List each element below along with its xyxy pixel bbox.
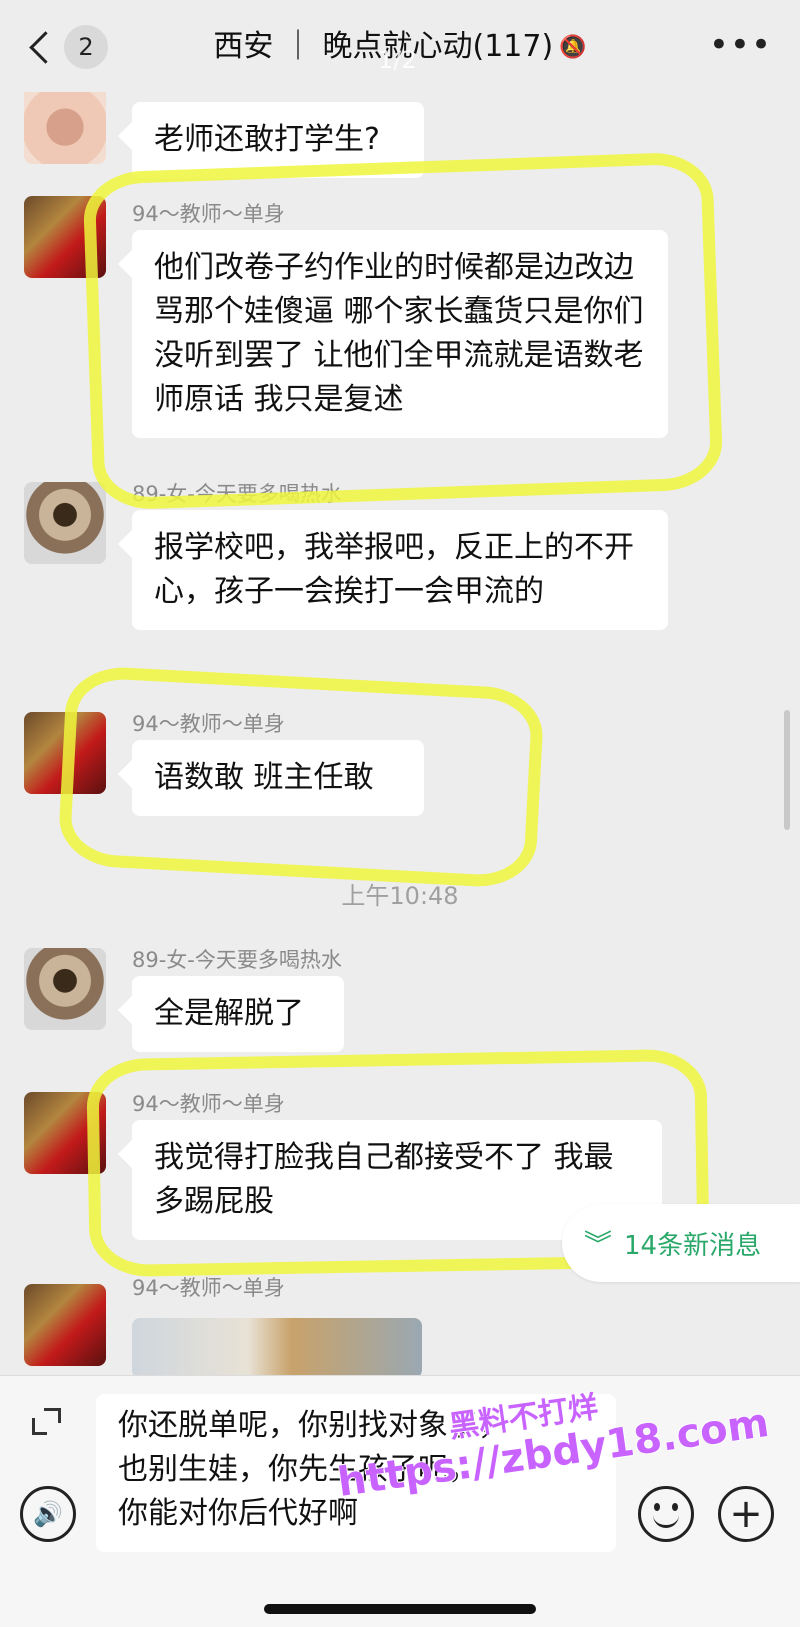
- chevron-left-icon: [24, 27, 54, 67]
- more-options-button[interactable]: •••: [709, 28, 772, 62]
- input-bar: 🔊 你还脱单呢，你别找对象了， 也别生娃，你先生孩子呢， 你能对你后代好啊 +: [0, 1375, 800, 1627]
- mute-bell-icon: 🔕: [559, 34, 587, 60]
- voice-icon: 🔊: [33, 1500, 63, 1528]
- message-bubble[interactable]: 报学校吧，我举报吧，反正上的不开心，孩子一会挨打一会甲流的: [132, 510, 668, 630]
- emoji-button[interactable]: [638, 1486, 694, 1542]
- sender-name: 94～教师～单身: [132, 202, 285, 226]
- image-message[interactable]: [132, 1318, 422, 1375]
- message-bubble[interactable]: 老师还敢打学生?: [132, 102, 424, 178]
- message-bubble[interactable]: 他们改卷子约作业的时候都是边改边骂那个娃傻逼 哪个家长蠢货只是你们没听到罢了 让…: [132, 230, 668, 438]
- voice-button[interactable]: 🔊: [20, 1486, 76, 1542]
- message-list[interactable]: 老师还敢打学生? 94～教师～单身 他们改卷子约作业的时候都是边改边骂那个娃傻逼…: [0, 92, 800, 1375]
- unread-count-badge: 2: [64, 25, 108, 69]
- message-bubble[interactable]: 语数敢 班主任敢: [132, 740, 424, 816]
- avatar[interactable]: [24, 196, 106, 278]
- new-messages-label: 14条新消息: [624, 1230, 762, 1261]
- message-bubble[interactable]: 全是解脱了: [132, 976, 344, 1052]
- sender-name: 89-女-今天要多喝热水: [132, 482, 342, 506]
- avatar[interactable]: [24, 92, 106, 164]
- timestamp: 上午10:48: [341, 882, 459, 910]
- avatar[interactable]: [24, 482, 106, 564]
- expand-icon[interactable]: [30, 1406, 61, 1436]
- home-indicator[interactable]: [264, 1604, 536, 1614]
- scrollbar[interactable]: [784, 710, 790, 830]
- sender-name: 94～教师～单身: [132, 1276, 285, 1300]
- sender-name: 94～教师～单身: [132, 712, 285, 736]
- double-chevron-down-icon: ︾: [584, 1228, 613, 1261]
- avatar[interactable]: [24, 1284, 106, 1366]
- message-input[interactable]: 你还脱单呢，你别找对象了， 也别生娃，你先生孩子呢， 你能对你后代好啊: [96, 1394, 616, 1552]
- avatar[interactable]: [24, 1092, 106, 1174]
- back-button[interactable]: 2: [24, 22, 124, 72]
- avatar[interactable]: [24, 948, 106, 1030]
- page-indicator: 1/2: [378, 46, 417, 74]
- plus-icon: +: [729, 1491, 763, 1537]
- avatar[interactable]: [24, 712, 106, 794]
- chat-header: 2 西安 ｜ 晚点就心动(117) 🔕 1/2 •••: [0, 0, 800, 92]
- more-actions-button[interactable]: +: [718, 1486, 774, 1542]
- new-messages-button[interactable]: ︾ 14条新消息: [562, 1204, 800, 1282]
- sender-name: 89-女-今天要多喝热水: [132, 948, 342, 972]
- sender-name: 94～教师～单身: [132, 1092, 285, 1116]
